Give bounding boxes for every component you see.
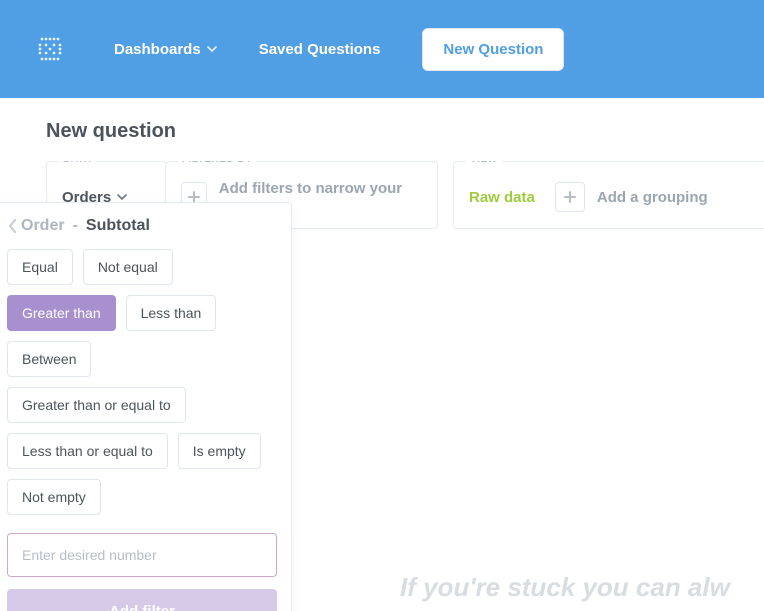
op-not-empty[interactable]: Not empty [7, 479, 101, 515]
op-equal[interactable]: Equal [7, 249, 73, 285]
op-lte[interactable]: Less than or equal to [7, 433, 168, 469]
op-gte[interactable]: Greater than or equal to [7, 387, 186, 423]
add-filter-button-label: Add filter [109, 603, 175, 611]
add-grouping-plus-button[interactable] [555, 182, 585, 212]
popover-back-button[interactable] [7, 218, 19, 234]
nav-dashboards[interactable]: Dashboards [114, 41, 217, 58]
op-is-empty[interactable]: Is empty [178, 433, 261, 469]
chevron-down-icon [117, 192, 127, 202]
crumb-separator: - [73, 217, 78, 235]
filter-popover: Order - Subtotal Equal Not equal Greater… [0, 202, 292, 611]
crumb-field: Subtotal [86, 217, 150, 235]
top-nav: Dashboards Saved Questions New Question [0, 0, 764, 98]
nav-saved-questions[interactable]: Saved Questions [259, 41, 381, 58]
op-not-equal[interactable]: Not equal [83, 249, 173, 285]
section-filtered-label: FILTERED BY [178, 161, 256, 165]
app-logo [36, 35, 64, 63]
filter-value-input[interactable] [7, 533, 277, 577]
new-question-button-label: New Question [443, 41, 543, 58]
op-greater-than[interactable]: Greater than [7, 295, 116, 331]
page-title: New question [46, 120, 764, 143]
section-view-label: VIEW [466, 161, 502, 165]
add-filter-button[interactable]: Add filter [7, 589, 277, 611]
stuck-hint-text: If you're stuck you can alw [400, 572, 730, 603]
section-data-label: DATA [59, 161, 95, 165]
page-body: New question DATA Orders FILTERED BY Add… [0, 98, 764, 229]
popover-breadcrumb: Order - Subtotal [7, 217, 277, 235]
view-raw-data[interactable]: Raw data [469, 189, 535, 206]
operator-list: Equal Not equal Greater than Less than B… [7, 249, 277, 515]
grouping-placeholder: Add a grouping [597, 189, 708, 206]
op-between[interactable]: Between [7, 341, 91, 377]
new-question-button[interactable]: New Question [422, 28, 564, 71]
section-view: VIEW Raw data Add a grouping [453, 161, 764, 229]
op-less-than[interactable]: Less than [126, 295, 217, 331]
chevron-down-icon [207, 44, 217, 54]
nav-dashboards-label: Dashboards [114, 41, 201, 58]
nav-saved-questions-label: Saved Questions [259, 41, 381, 58]
crumb-parent[interactable]: Order [21, 217, 65, 235]
